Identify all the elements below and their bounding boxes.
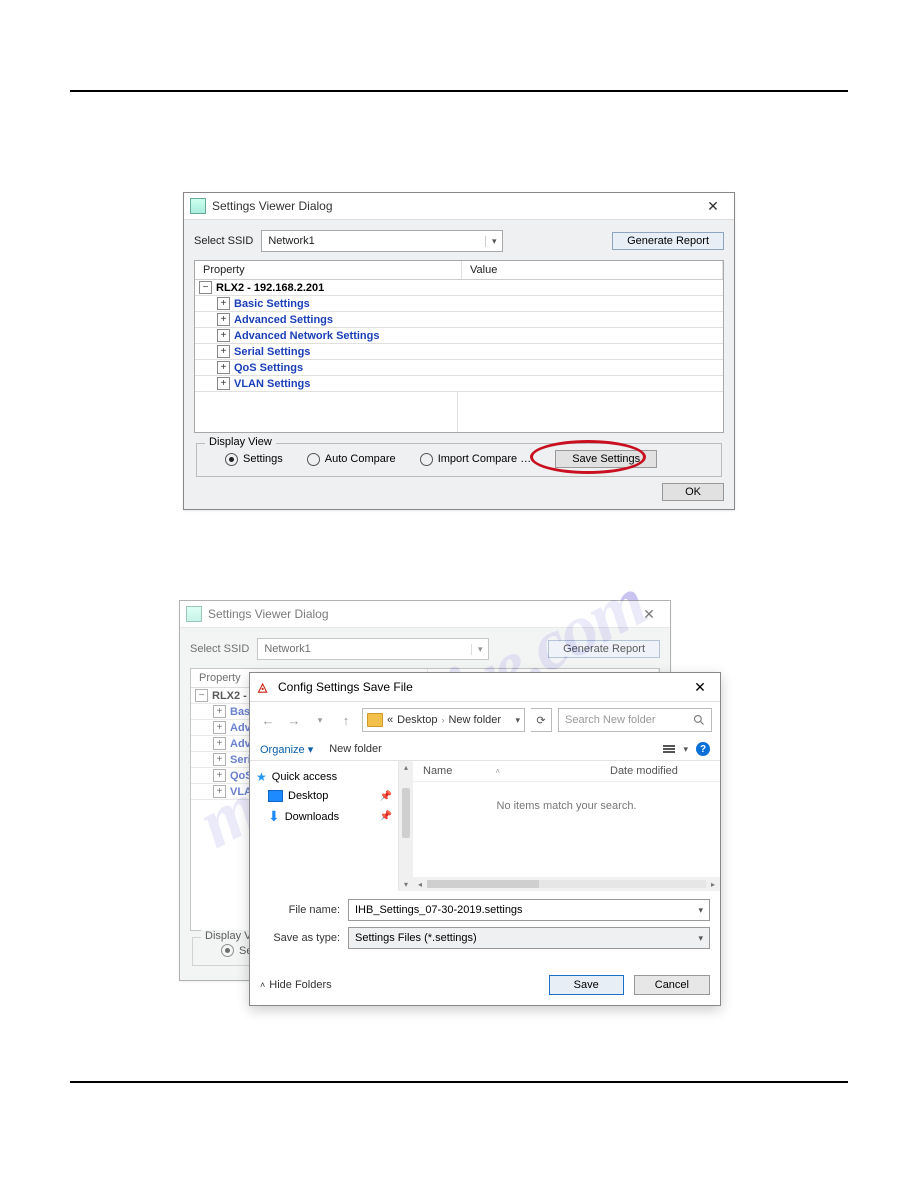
- save-dialog-title: Config Settings Save File: [278, 680, 688, 694]
- nav-scrollbar[interactable]: ▴ ▾: [399, 761, 413, 891]
- refresh-icon[interactable]: ⟳: [531, 708, 552, 732]
- settings-viewer-dialog: Settings Viewer Dialog ✕ Select SSID Net…: [183, 192, 735, 510]
- app-icon: [190, 198, 206, 214]
- ssid-value: Network1: [262, 235, 485, 247]
- radio-settings[interactable]: Settings: [225, 453, 283, 466]
- empty-message: No items match your search.: [413, 782, 720, 877]
- chevron-right-icon: ›: [441, 715, 444, 725]
- expand-icon[interactable]: +: [217, 313, 230, 326]
- expand-icon[interactable]: +: [217, 361, 230, 374]
- chevron-down-icon[interactable]: ▾: [683, 744, 688, 755]
- dialog-title: Settings Viewer Dialog: [212, 199, 698, 213]
- tree-item-row[interactable]: +Advanced Network Settings: [195, 328, 723, 344]
- expand-icon[interactable]: +: [217, 377, 230, 390]
- close-icon[interactable]: ✕: [698, 198, 728, 215]
- nav-quick-access[interactable]: ★Quick access: [254, 767, 394, 787]
- file-name-input[interactable]: IHB_Settings_07-30-2019.settings: [348, 899, 710, 921]
- tree-item-row[interactable]: +QoS Settings: [195, 360, 723, 376]
- organize-button[interactable]: Organize ▾: [260, 743, 313, 756]
- files-scrollbar[interactable]: ◂▸: [413, 877, 720, 891]
- expand-icon[interactable]: +: [217, 329, 230, 342]
- nav-pane: ★Quick access Desktop📌 ⬇Downloads📌: [250, 761, 399, 891]
- files-pane: Name ˄ Date modified No items match your…: [413, 761, 720, 891]
- col-value: Value: [462, 261, 723, 279]
- expand-icon[interactable]: +: [217, 297, 230, 310]
- ok-button[interactable]: OK: [662, 483, 724, 501]
- tree-item-row[interactable]: +Advanced Settings: [195, 312, 723, 328]
- title-bar: Settings Viewer Dialog ✕: [184, 193, 734, 220]
- cancel-button[interactable]: Cancel: [634, 975, 710, 995]
- tree-item-row[interactable]: +VLAN Settings: [195, 376, 723, 392]
- tree-item-row[interactable]: +Serial Settings: [195, 344, 723, 360]
- forward-icon[interactable]: →: [284, 710, 304, 730]
- save-file-dialog: ◬ Config Settings Save File ✕ ← → ▾ ↑ « …: [249, 672, 721, 1006]
- search-input[interactable]: Search New folder: [558, 708, 712, 732]
- up-icon[interactable]: ↑: [336, 710, 356, 730]
- nav-downloads[interactable]: ⬇Downloads📌: [254, 805, 394, 828]
- star-icon: ★: [256, 770, 267, 784]
- history-drop-icon[interactable]: ▾: [310, 710, 330, 730]
- save-as-type-combo[interactable]: Settings Files (*.settings): [348, 927, 710, 949]
- tree-item-row[interactable]: +Basic Settings: [195, 296, 723, 312]
- collapse-icon[interactable]: −: [199, 281, 212, 294]
- select-ssid-label: Select SSID: [194, 235, 253, 247]
- display-view-group: Display View Settings Auto Compare Impor…: [196, 443, 722, 477]
- pin-icon: 📌: [380, 811, 392, 822]
- col-name[interactable]: Name ˄: [423, 765, 610, 777]
- chevron-up-icon: ˄: [260, 980, 265, 990]
- app-icon: [186, 606, 202, 622]
- search-icon: [693, 714, 705, 726]
- generate-report-button: Generate Report: [548, 640, 660, 658]
- radio-import-compare[interactable]: Import Compare …: [420, 453, 532, 466]
- expand-icon[interactable]: +: [217, 345, 230, 358]
- nav-desktop[interactable]: Desktop📌: [254, 787, 394, 805]
- generate-report-button[interactable]: Generate Report: [612, 232, 724, 250]
- save-button[interactable]: Save: [549, 975, 624, 995]
- help-icon[interactable]: ?: [696, 742, 710, 756]
- col-date[interactable]: Date modified: [610, 765, 710, 777]
- radio-auto-compare[interactable]: Auto Compare: [307, 453, 396, 466]
- app-icon: ◬: [258, 680, 272, 694]
- tree-root-row[interactable]: −RLX2 - 192.168.2.201: [195, 280, 723, 296]
- save-as-type-label: Save as type:: [260, 932, 340, 944]
- save-title-bar: ◬ Config Settings Save File ✕: [250, 673, 720, 702]
- hide-folders-button[interactable]: ˄Hide Folders: [260, 979, 332, 991]
- chevron-down-icon[interactable]: ▾: [515, 715, 520, 726]
- close-icon[interactable]: ✕: [688, 679, 712, 696]
- view-icon[interactable]: [663, 745, 675, 753]
- address-bar[interactable]: « Desktop › New folder ▾: [362, 708, 525, 732]
- settings-tree: Property Value −RLX2 - 192.168.2.201 +Ba…: [194, 260, 724, 433]
- download-icon: ⬇: [268, 808, 280, 825]
- desktop-icon: [268, 790, 283, 802]
- save-toolbar: Organize ▾ New folder ▾ ?: [250, 738, 720, 761]
- chevron-down-icon: ▾: [471, 644, 488, 655]
- pin-icon: 📌: [380, 791, 392, 802]
- col-property: Property: [195, 261, 462, 279]
- ssid-combo[interactable]: Network1 ▾: [261, 230, 503, 252]
- folder-icon: [367, 713, 383, 727]
- display-view-label: Display View: [205, 436, 276, 448]
- back-icon[interactable]: ←: [258, 710, 278, 730]
- dialog-title: Settings Viewer Dialog: [208, 607, 634, 621]
- file-name-label: File name:: [260, 904, 340, 916]
- ssid-combo: Network1 ▾: [257, 638, 489, 660]
- save-settings-button[interactable]: Save Settings: [555, 450, 657, 468]
- tree-header: Property Value: [195, 261, 723, 280]
- new-folder-button[interactable]: New folder: [329, 743, 382, 755]
- close-icon: ✕: [634, 606, 664, 623]
- chevron-down-icon: ▾: [485, 236, 502, 247]
